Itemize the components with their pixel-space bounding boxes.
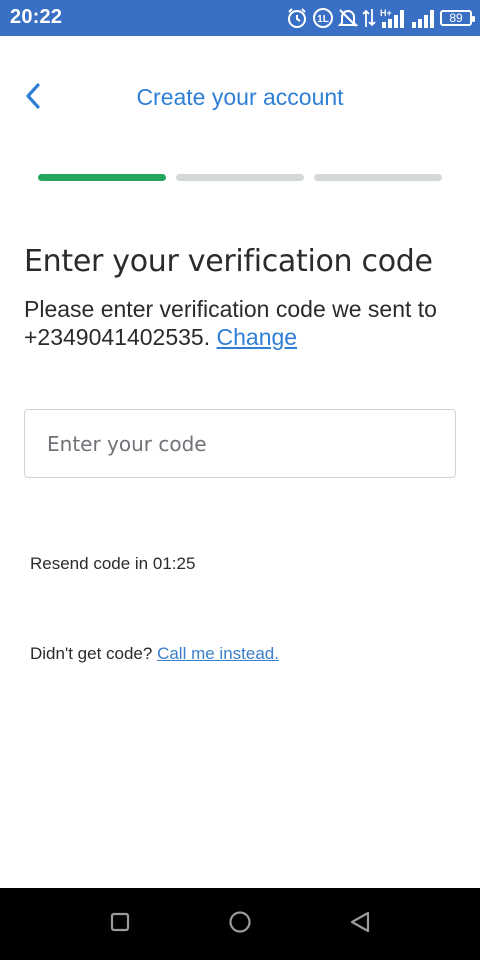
hplus-signal-icon: H+ [380,7,406,29]
data-arrows-icon [362,7,376,29]
svg-text:H+: H+ [380,8,392,18]
verification-description: Please enter verification code we sent t… [24,295,464,351]
alarm-icon [286,7,308,29]
verification-heading: Enter your verification code [24,244,433,279]
progress-step-3 [314,174,442,181]
signal-icon [410,7,436,29]
progress-step-1 [38,174,166,181]
back-triangle-icon [349,910,371,939]
battery-icon: 89 [440,10,475,26]
call-prompt: Didn't get code? [30,644,153,663]
recents-square-icon [110,912,130,937]
call-instead-line: Didn't get code? Call me instead. [30,644,279,664]
status-icons: 1L H+ 89 [286,6,475,30]
back-nav-button[interactable] [342,906,378,942]
recents-button[interactable] [102,906,138,942]
status-bar: 20:22 1L H+ 89 [0,0,480,36]
resend-countdown: Resend code in 01:25 [30,554,195,574]
verification-code-input[interactable] [24,409,456,478]
mute-icon [338,7,358,29]
home-button[interactable] [222,906,258,942]
progress-step-2 [176,174,304,181]
navigation-bar [0,888,480,960]
call-me-link[interactable]: Call me instead. [157,644,279,663]
volte-icon: 1L [312,7,334,29]
status-time: 20:22 [10,6,63,28]
resend-label: Resend code in [30,554,149,573]
change-number-link[interactable]: Change [217,324,298,350]
svg-text:1L: 1L [317,14,329,25]
step-progress [38,174,442,182]
home-circle-icon [228,910,252,939]
page-title: Create your account [136,84,344,110]
resend-timer: 01:25 [152,554,196,573]
